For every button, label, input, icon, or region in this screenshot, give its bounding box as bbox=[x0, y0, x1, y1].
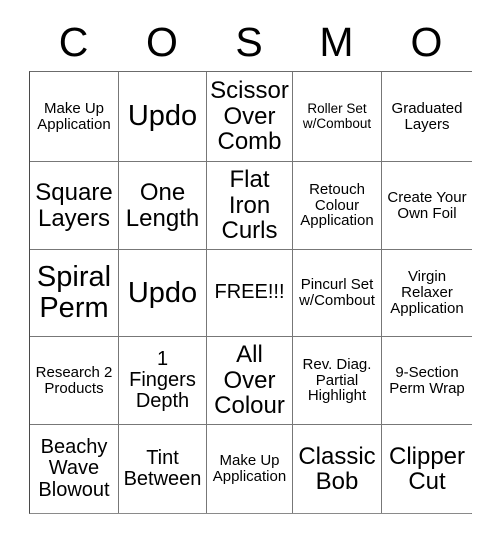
bingo-cell-label: Scissor Over Comb bbox=[210, 77, 289, 156]
bingo-grid: Make Up Application Updo Scissor Over Co… bbox=[29, 71, 472, 514]
bingo-cell-label: Make Up Application bbox=[212, 452, 287, 485]
bingo-cell-label: Create Your Own Foil bbox=[387, 188, 467, 222]
bingo-cell-label: 9-Section Perm Wrap bbox=[389, 363, 465, 397]
header-letter-1: C bbox=[58, 19, 89, 65]
bingo-cell-label: Clipper Cut bbox=[388, 442, 466, 495]
bingo-cell-label: Square Layers bbox=[35, 179, 113, 232]
bingo-cell[interactable]: Clipper Cut bbox=[382, 425, 472, 513]
bingo-cell-label: Make Up Application bbox=[37, 99, 111, 133]
bingo-free-label: FREE!!! bbox=[214, 281, 285, 304]
header-letter-5: O bbox=[410, 19, 443, 65]
bingo-cell-label: Research 2 Products bbox=[35, 363, 113, 397]
bingo-cell[interactable]: Tint Between bbox=[119, 425, 207, 513]
bingo-cell[interactable]: Research 2 Products bbox=[30, 337, 119, 425]
bingo-cell-label: Spiral Perm bbox=[36, 261, 112, 324]
bingo-cell[interactable]: Make Up Application bbox=[30, 72, 119, 162]
bingo-cell-label: All Over Colour bbox=[214, 341, 285, 420]
bingo-cell[interactable]: Classic Bob bbox=[293, 425, 382, 513]
header-letter-3: S bbox=[235, 19, 263, 65]
bingo-cell[interactable]: Square Layers bbox=[30, 162, 119, 250]
bingo-cell[interactable]: All Over Colour bbox=[207, 337, 293, 425]
header-letter-2: O bbox=[146, 19, 178, 65]
bingo-card: C O S M O Make Up Application Updo Sciss… bbox=[0, 0, 500, 544]
bingo-cell[interactable]: Make Up Application bbox=[207, 425, 293, 513]
bingo-cell-label: Rev. Diag. Partial Highlight bbox=[302, 355, 372, 405]
bingo-cell[interactable]: Virgin Relaxer Application bbox=[382, 250, 472, 337]
bingo-cell[interactable]: Retouch Colour Application bbox=[293, 162, 382, 250]
bingo-cell-label: Flat Iron Curls bbox=[221, 166, 278, 245]
bingo-header: C O S M O bbox=[29, 14, 472, 71]
bingo-cell[interactable]: 9-Section Perm Wrap bbox=[382, 337, 472, 425]
bingo-cell[interactable]: Roller Set w/Combout bbox=[293, 72, 382, 162]
bingo-cell[interactable]: Pincurl Set w/Combout bbox=[293, 250, 382, 337]
bingo-cell[interactable]: Flat Iron Curls bbox=[207, 162, 293, 250]
bingo-cell-label: Retouch Colour Application bbox=[300, 180, 374, 230]
bingo-cell[interactable]: Updo bbox=[119, 72, 207, 162]
bingo-cell-label: Pincurl Set w/Combout bbox=[299, 276, 375, 309]
bingo-cell[interactable]: Graduated Layers bbox=[382, 72, 472, 162]
bingo-cell-label: Virgin Relaxer Application bbox=[390, 268, 464, 317]
bingo-cell[interactable]: Beachy Wave Blowout bbox=[30, 425, 119, 513]
bingo-cell-label: Beachy Wave Blowout bbox=[38, 436, 110, 501]
bingo-cell-label: Tint Between bbox=[123, 446, 202, 490]
bingo-cell[interactable]: Rev. Diag. Partial Highlight bbox=[293, 337, 382, 425]
header-letter-4: M bbox=[319, 19, 354, 65]
bingo-cell-label: One Length bbox=[125, 179, 200, 232]
bingo-cell[interactable]: 1 Fingers Depth bbox=[119, 337, 207, 425]
bingo-cell-label: Updo bbox=[127, 100, 198, 133]
bingo-cell[interactable]: Scissor Over Comb bbox=[207, 72, 293, 162]
bingo-cell-label: Graduated Layers bbox=[391, 99, 463, 133]
bingo-cell-label: Classic Bob bbox=[298, 442, 376, 495]
bingo-cell[interactable]: One Length bbox=[119, 162, 207, 250]
bingo-cell-label: Roller Set w/Combout bbox=[302, 101, 372, 131]
bingo-cell-label: 1 Fingers Depth bbox=[129, 347, 196, 413]
bingo-cell[interactable]: Updo bbox=[119, 250, 207, 337]
bingo-cell[interactable]: Create Your Own Foil bbox=[382, 162, 472, 250]
bingo-cell-free[interactable]: FREE!!! bbox=[207, 250, 293, 337]
bingo-cell[interactable]: Spiral Perm bbox=[30, 250, 119, 337]
bingo-cell-label: Updo bbox=[127, 276, 198, 309]
